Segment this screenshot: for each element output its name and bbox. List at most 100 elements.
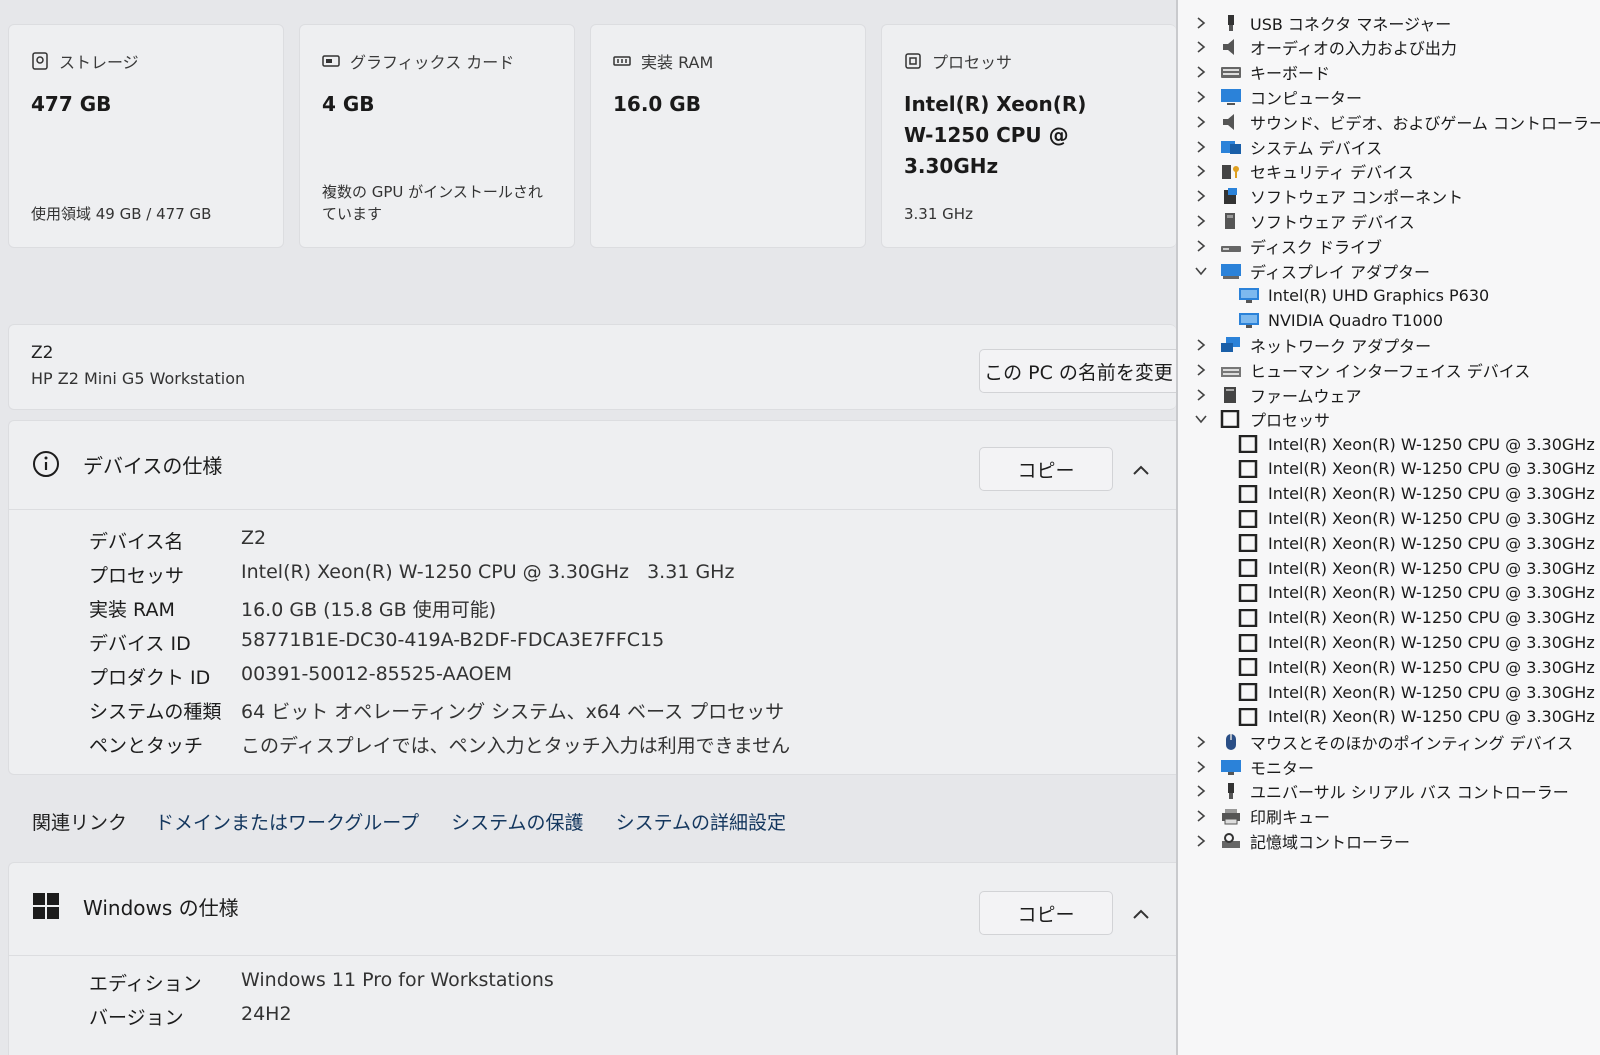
device-category[interactable]: ファームウェア <box>1194 382 1362 407</box>
graphics-card[interactable]: グラフィックス カード 4 GB 複数の GPU がインストールされています <box>299 24 575 248</box>
device-item[interactable]: Intel(R) Xeon(R) W-1250 CPU @ 3.30GHz <box>1238 630 1595 655</box>
device-category[interactable]: USB コネクタ マネージャー <box>1194 10 1451 35</box>
device-category[interactable]: ネットワーク アダプター <box>1194 332 1431 357</box>
device-item-label: Intel(R) Xeon(R) W-1250 CPU @ 3.30GHz <box>1268 583 1595 603</box>
device-item[interactable]: Intel(R) Xeon(R) W-1250 CPU @ 3.30GHz <box>1238 605 1595 630</box>
copy-windows-spec-button[interactable]: コピー <box>979 891 1113 935</box>
chevron-right-icon[interactable] <box>1194 189 1208 203</box>
device-category-label: USB コネクタ マネージャー <box>1250 14 1452 34</box>
speaker-icon <box>1223 39 1234 56</box>
device-item[interactable]: Intel(R) UHD Graphics P630 <box>1238 283 1489 308</box>
child-processor-icon <box>1238 534 1258 553</box>
chevron-right-icon[interactable] <box>1194 834 1208 848</box>
device-item[interactable]: NVIDIA Quadro T1000 <box>1238 308 1443 333</box>
device-category[interactable]: ディスク ドライブ <box>1194 233 1382 258</box>
card-subtitle: 使用領域 49 GB / 477 GB <box>31 205 212 223</box>
device-category[interactable]: 記憶域コントローラー <box>1194 828 1410 853</box>
chevron-right-icon[interactable] <box>1194 164 1208 178</box>
device-item[interactable]: Intel(R) Xeon(R) W-1250 CPU @ 3.30GHz <box>1238 456 1595 481</box>
chevron-right-icon[interactable] <box>1194 809 1208 823</box>
device-item[interactable]: Intel(R) Xeon(R) W-1250 CPU @ 3.30GHz <box>1238 531 1595 556</box>
device-category[interactable]: ヒューマン インターフェイス デバイス <box>1194 357 1530 382</box>
child-processor-icon <box>1238 633 1258 652</box>
child-processor-icon <box>1238 707 1258 726</box>
storage-card[interactable]: ストレージ 477 GB 使用領域 49 GB / 477 GB <box>8 24 284 248</box>
chevron-down-icon[interactable] <box>1194 412 1208 426</box>
chevron-right-icon[interactable] <box>1194 735 1208 749</box>
system-protection-link[interactable]: システムの保護 <box>451 808 583 835</box>
device-category[interactable]: プロセッサ <box>1194 407 1330 432</box>
chevron-right-icon[interactable] <box>1194 760 1208 774</box>
chevron-up-icon[interactable] <box>1131 461 1151 481</box>
info-icon <box>33 451 59 477</box>
ram-card[interactable]: 実装 RAM 16.0 GB <box>590 24 866 248</box>
device-item[interactable]: Intel(R) Xeon(R) W-1250 CPU @ 3.30GHz <box>1238 680 1595 705</box>
divider <box>9 955 1176 956</box>
system-about-page: ストレージ 477 GB 使用領域 49 GB / 477 GB グラフィックス… <box>0 0 1176 1055</box>
device-category[interactable]: モニター <box>1194 754 1314 779</box>
device-category-label: ユニバーサル シリアル バス コントローラー <box>1250 783 1569 803</box>
device-item-label: Intel(R) Xeon(R) W-1250 CPU @ 3.30GHz <box>1268 484 1595 504</box>
chevron-right-icon[interactable] <box>1194 388 1208 402</box>
copy-device-spec-button[interactable]: コピー <box>979 447 1113 491</box>
device-category-label: ソフトウェア コンポーネント <box>1250 188 1464 208</box>
ram-icon <box>613 56 631 66</box>
device-category[interactable]: システム デバイス <box>1194 134 1382 159</box>
pc-model: HP Z2 Mini G5 Workstation <box>31 369 246 388</box>
chevron-up-icon[interactable] <box>1131 905 1151 925</box>
chevron-right-icon[interactable] <box>1194 16 1208 30</box>
advanced-system-settings-link[interactable]: システムの詳細設定 <box>616 808 786 835</box>
device-category[interactable]: コンピューター <box>1194 84 1362 109</box>
chevron-right-icon[interactable] <box>1194 363 1208 377</box>
device-category-label: サウンド、ビデオ、およびゲーム コントローラー <box>1250 113 1600 133</box>
chevron-down-icon[interactable] <box>1194 264 1208 278</box>
device-category[interactable]: キーボード <box>1194 60 1330 85</box>
device-item[interactable]: Intel(R) Xeon(R) W-1250 CPU @ 3.30GHz <box>1238 481 1595 506</box>
spec-row: システムの種類 64 ビット オペレーティング システム、x64 ベース プロセッ… <box>89 701 785 723</box>
child-processor-icon <box>1238 583 1258 602</box>
chevron-right-icon[interactable] <box>1194 115 1208 129</box>
chevron-right-icon[interactable] <box>1194 40 1208 54</box>
device-manager-tree: USB コネクタ マネージャー オーディオの入力および出力 キーボード コンピューター… <box>1176 0 1600 1055</box>
printer-icon <box>1222 809 1240 825</box>
chevron-right-icon[interactable] <box>1194 784 1208 798</box>
device-item[interactable]: Intel(R) Xeon(R) W-1250 CPU @ 3.30GHz <box>1238 655 1595 680</box>
domain-workgroup-link[interactable]: ドメインまたはワークグループ <box>155 808 419 835</box>
section-title: デバイスの仕様 <box>83 453 223 478</box>
device-category[interactable]: セキュリティ デバイス <box>1194 159 1414 184</box>
card-title: プロセッサ <box>932 53 1013 72</box>
device-category[interactable]: ユニバーサル シリアル バス コントローラー <box>1194 779 1569 804</box>
device-category[interactable]: 印刷キュー <box>1194 804 1330 829</box>
chevron-right-icon[interactable] <box>1194 338 1208 352</box>
device-category-label: ソフトウェア デバイス <box>1250 212 1415 232</box>
device-item[interactable]: Intel(R) Xeon(R) W-1250 CPU @ 3.30GHz <box>1238 556 1595 581</box>
device-item-label: Intel(R) Xeon(R) W-1250 CPU @ 3.30GHz <box>1268 707 1595 727</box>
software-device-icon <box>1225 212 1235 229</box>
device-category[interactable]: ソフトウェア デバイス <box>1194 208 1415 233</box>
chevron-right-icon[interactable] <box>1194 214 1208 228</box>
card-subtitle: 3.31 GHz <box>904 205 973 223</box>
device-item[interactable]: Intel(R) Xeon(R) W-1250 CPU @ 3.30GHz <box>1238 580 1595 605</box>
related-links: 関連リンク ドメインまたはワークグループ システムの保護 システムの詳細設定 <box>8 790 1176 852</box>
rename-pc-button[interactable]: この PC の名前を変更 <box>979 349 1176 393</box>
processor-card[interactable]: プロセッサ Intel(R) Xeon(R) W-1250 CPU @ 3.30… <box>881 24 1176 248</box>
device-item[interactable]: Intel(R) Xeon(R) W-1250 CPU @ 3.30GHz <box>1238 432 1595 457</box>
chevron-right-icon[interactable] <box>1194 140 1208 154</box>
device-category[interactable]: オーディオの入力および出力 <box>1194 35 1457 60</box>
device-item[interactable]: Intel(R) Xeon(R) W-1250 CPU @ 3.30GHz <box>1238 506 1595 531</box>
computer-icon <box>1221 88 1241 105</box>
chevron-right-icon[interactable] <box>1194 65 1208 79</box>
device-category[interactable]: サウンド、ビデオ、およびゲーム コントローラー <box>1194 109 1600 134</box>
device-item-label: Intel(R) Xeon(R) W-1250 CPU @ 3.30GHz <box>1268 657 1595 677</box>
card-value: Intel(R) Xeon(R) W-1250 CPU @ 3.30GHz <box>904 92 1087 178</box>
chevron-right-icon[interactable] <box>1194 239 1208 253</box>
device-item[interactable]: Intel(R) Xeon(R) W-1250 CPU @ 3.30GHz <box>1238 704 1595 729</box>
keyboard-icon <box>1221 67 1241 79</box>
device-category[interactable]: マウスとそのほかのポインティング デバイス <box>1194 729 1573 754</box>
device-category-label: システム デバイス <box>1250 138 1383 158</box>
device-category[interactable]: ディスプレイ アダプター <box>1194 258 1430 283</box>
card-title: ストレージ <box>59 53 139 72</box>
device-category[interactable]: ソフトウェア コンポーネント <box>1194 184 1463 209</box>
chevron-right-icon[interactable] <box>1194 90 1208 104</box>
gpu-icon <box>322 55 340 67</box>
